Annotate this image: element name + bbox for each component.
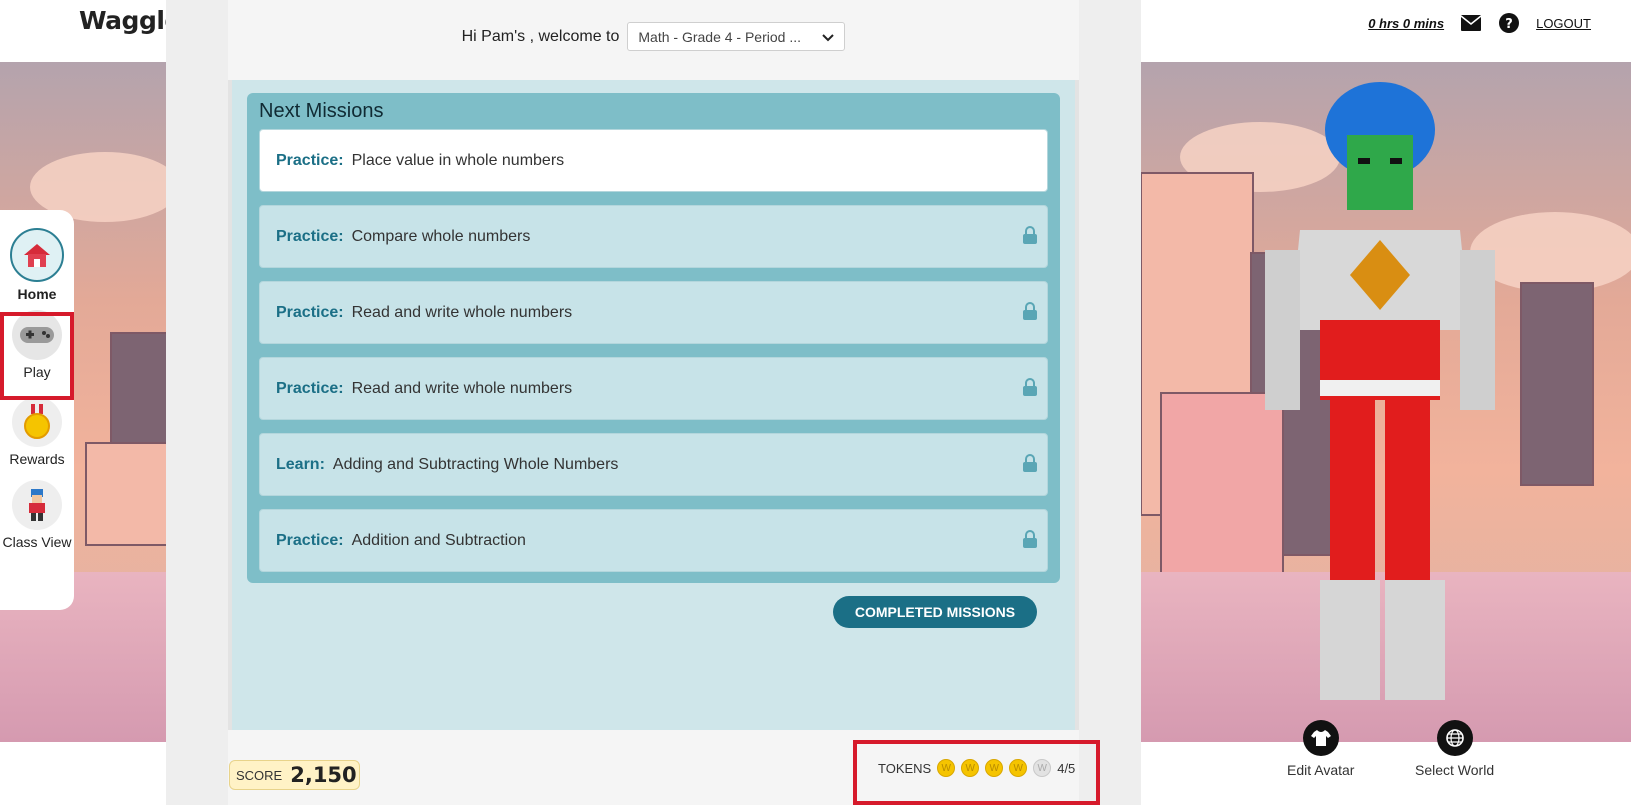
mail-icon[interactable] (1460, 12, 1482, 34)
class-select[interactable]: Math - Grade 4 - Period ... (627, 22, 846, 51)
mission-title: Read and write whole numbers (351, 379, 573, 397)
lock-icon (1023, 378, 1037, 401)
token-icon: W (961, 759, 980, 777)
mission-type: Practice: (276, 531, 344, 549)
tokens-row: TOKENS W W W W W 4/5 (878, 753, 1075, 783)
mission-item[interactable]: Practice: Read and write whole numbers (259, 281, 1048, 344)
nav-item-rewards[interactable]: Rewards (0, 397, 74, 467)
missions-frame: Hi Pam's , welcome to Math - Grade 4 - P… (166, 0, 1141, 805)
welcome-row: Hi Pam's , welcome to Math - Grade 4 - P… (228, 22, 1079, 51)
chevron-down-icon (822, 29, 835, 45)
edit-avatar-label: Edit Avatar (1287, 762, 1355, 778)
tshirt-icon (1302, 720, 1339, 756)
mission-title: Addition and Subtraction (351, 531, 526, 549)
edit-avatar-button[interactable]: Edit Avatar (1287, 720, 1354, 778)
welcome-text: Hi Pam's , welcome to (461, 27, 620, 45)
mission-item[interactable]: Practice: Read and write whole numbers (259, 357, 1048, 420)
nav-item-class-view[interactable]: Class View (0, 480, 74, 550)
mission-item[interactable]: Practice: Place value in whole numbers (259, 129, 1048, 192)
nav-item-home[interactable]: Home (0, 228, 74, 302)
mission-type: Practice: (276, 151, 344, 169)
home-icon (10, 228, 64, 282)
logout-link[interactable]: LOGOUT (1536, 16, 1591, 31)
missions-panel-area: Next Missions Practice: Place value in w… (228, 80, 1079, 730)
token-icon: W (937, 759, 956, 777)
next-missions-title: Next Missions (259, 100, 384, 122)
next-missions-panel: Next Missions Practice: Place value in w… (247, 93, 1060, 583)
globe-icon (1436, 720, 1473, 756)
select-world-button[interactable]: Select World (1415, 720, 1494, 778)
lock-icon (1023, 454, 1037, 477)
tokens-label: TOKENS (878, 760, 932, 776)
mission-item[interactable]: Practice: Compare whole numbers (259, 205, 1048, 268)
score-badge: SCORE 2,150 (229, 760, 360, 790)
mission-item[interactable]: Practice: Addition and Subtraction (259, 509, 1048, 572)
time-spent-link[interactable]: 0 hrs 0 mins (1368, 16, 1444, 31)
token-icon: W (985, 759, 1004, 777)
mission-title: Place value in whole numbers (351, 151, 565, 169)
medal-icon (12, 397, 62, 447)
mission-item[interactable]: Learn: Adding and Subtracting Whole Numb… (259, 433, 1048, 496)
class-avatar-icon (12, 480, 62, 530)
mission-title: Adding and Subtracting Whole Numbers (332, 455, 619, 473)
lock-icon (1023, 226, 1037, 249)
help-icon[interactable]: ? (1498, 12, 1520, 34)
mission-type: Practice: (276, 303, 344, 321)
score-value: 2,150 (290, 763, 357, 787)
token-icon: W (1009, 759, 1028, 777)
nav-label: Home (17, 286, 57, 302)
mission-type: Practice: (276, 379, 344, 397)
mission-title: Read and write whole numbers (351, 303, 573, 321)
mission-type: Learn: (276, 455, 325, 473)
nav-label: Class View (2, 534, 72, 550)
svg-text:?: ? (1505, 17, 1513, 32)
lock-icon (1023, 530, 1037, 553)
score-label: SCORE (236, 767, 283, 783)
select-world-label: Select World (1415, 762, 1495, 778)
completed-missions-button[interactable]: COMPLETED MISSIONS (833, 596, 1037, 628)
left-nav: Home Play Rewards Class View (0, 210, 74, 610)
header-actions: 0 hrs 0 mins ? LOGOUT (1368, 12, 1591, 34)
play-highlight-box (0, 312, 74, 400)
nav-label: Rewards (9, 451, 65, 467)
token-empty-icon: W (1033, 759, 1052, 777)
tokens-count: 4/5 (1057, 760, 1076, 776)
mission-type: Practice: (276, 227, 344, 245)
class-select-value: Math - Grade 4 - Period ... (638, 28, 801, 45)
lock-icon (1023, 302, 1037, 325)
avatar-figure (1240, 80, 1520, 720)
mission-title: Compare whole numbers (351, 227, 531, 245)
